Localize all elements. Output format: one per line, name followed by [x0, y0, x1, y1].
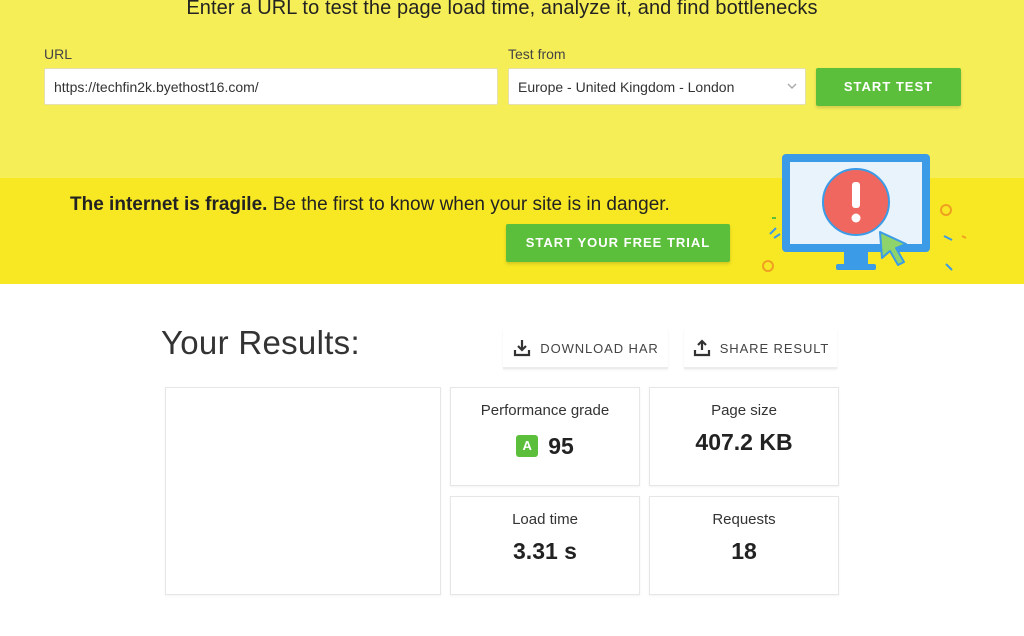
url-label: URL — [44, 46, 73, 62]
test-from-value: Europe - United Kingdom - London — [518, 79, 735, 95]
performance-grade-label: Performance grade — [480, 402, 610, 419]
share-result-label: SHARE RESULT — [719, 340, 830, 356]
share-result-button[interactable]: SHARE RESULT — [684, 329, 837, 369]
chevron-down-icon — [787, 69, 797, 120]
performance-grade-card: Performance grade A 95 — [450, 387, 640, 486]
requests-card: Requests 18 — [649, 496, 839, 595]
monitor-alert-icon — [762, 154, 967, 272]
download-icon — [514, 340, 531, 357]
requests-value: 18 — [731, 538, 757, 564]
test-from-select[interactable]: Europe - United Kingdom - London — [508, 68, 806, 105]
results-title: Your Results: — [161, 324, 360, 361]
start-test-button[interactable]: START TEST — [816, 68, 961, 106]
download-har-label: DOWNLOAD HAR — [540, 340, 659, 356]
hero-headline: Enter a URL to test the page load time, … — [186, 0, 818, 19]
requests-label: Requests — [712, 511, 776, 528]
test-from-label: Test from — [508, 46, 566, 62]
load-time-value: 3.31 s — [513, 538, 577, 564]
load-time-card: Load time 3.31 s — [450, 496, 640, 595]
page-screenshot-thumbnail — [165, 387, 441, 595]
free-trial-button[interactable]: START YOUR FREE TRIAL — [506, 224, 730, 262]
performance-grade-value-wrap: A 95 — [451, 429, 639, 460]
promo-regular-text: Be the first to know when your site is i… — [267, 194, 670, 215]
grade-badge: A — [516, 435, 539, 457]
load-time-label: Load time — [512, 511, 578, 528]
url-input[interactable] — [44, 68, 498, 105]
download-har-button[interactable]: DOWNLOAD HAR — [503, 329, 668, 369]
promo-bold-text: The internet is fragile. — [70, 194, 268, 215]
page-size-label: Page size — [711, 402, 777, 419]
share-icon — [693, 339, 710, 357]
promo-banner: The internet is fragile. Be the first to… — [0, 154, 1024, 284]
page-size-card: Page size 407.2 KB — [649, 387, 839, 486]
page-size-value: 407.2 KB — [695, 429, 793, 455]
promo-text: The internet is fragile. Be the first to… — [70, 194, 670, 216]
performance-grade-value: 95 — [548, 432, 574, 459]
